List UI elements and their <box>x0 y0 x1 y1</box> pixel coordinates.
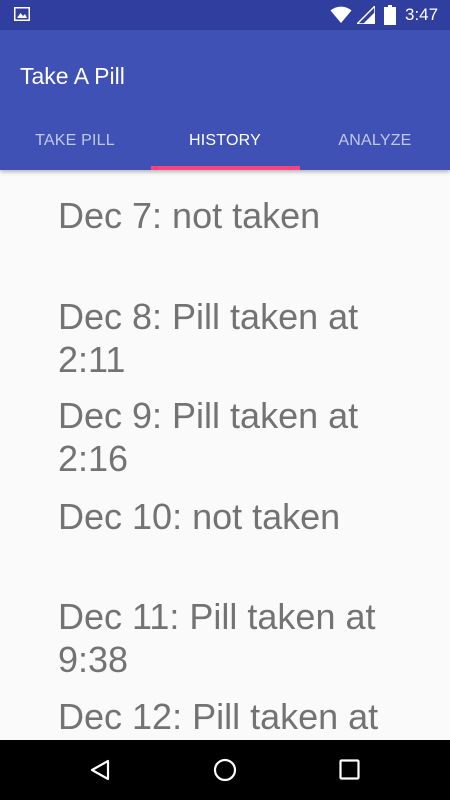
screen: 3:47 Take A Pill TAKE PILL HISTORY ANALY… <box>0 0 450 800</box>
cell-signal-icon <box>357 6 375 24</box>
status-time: 3:47 <box>405 5 439 24</box>
history-item: Dec 12: Pill taken at <box>58 696 379 737</box>
app-title: Take A Pill <box>20 63 125 89</box>
battery-icon <box>384 5 396 25</box>
tab-take-pill[interactable]: TAKE PILL <box>0 123 150 170</box>
home-icon[interactable] <box>213 758 237 782</box>
recents-icon[interactable] <box>339 759 360 780</box>
back-icon[interactable] <box>89 759 111 781</box>
tab-bar: TAKE PILL HISTORY ANALYZE <box>0 123 450 170</box>
wifi-icon <box>330 6 352 23</box>
history-item: Dec 11: Pill taken at 9:38 <box>58 596 376 680</box>
gallery-icon <box>14 7 30 21</box>
history-item: Dec 9: Pill taken at 2:16 <box>58 395 359 479</box>
tab-analyze[interactable]: ANALYZE <box>300 123 450 170</box>
navigation-bar <box>0 740 450 800</box>
history-list[interactable]: Dec 7: not taken Dec 8: Pill taken at 2:… <box>0 170 450 740</box>
history-item: Dec 10: not taken <box>58 496 341 537</box>
tab-history[interactable]: HISTORY <box>150 123 300 170</box>
history-item: Dec 7: not taken <box>58 195 321 236</box>
history-item: Dec 8: Pill taken at 2:11 <box>58 296 359 380</box>
app-bar: Take A Pill TAKE PILL HISTORY ANALYZE <box>0 30 450 170</box>
status-bar: 3:47 <box>0 0 450 30</box>
